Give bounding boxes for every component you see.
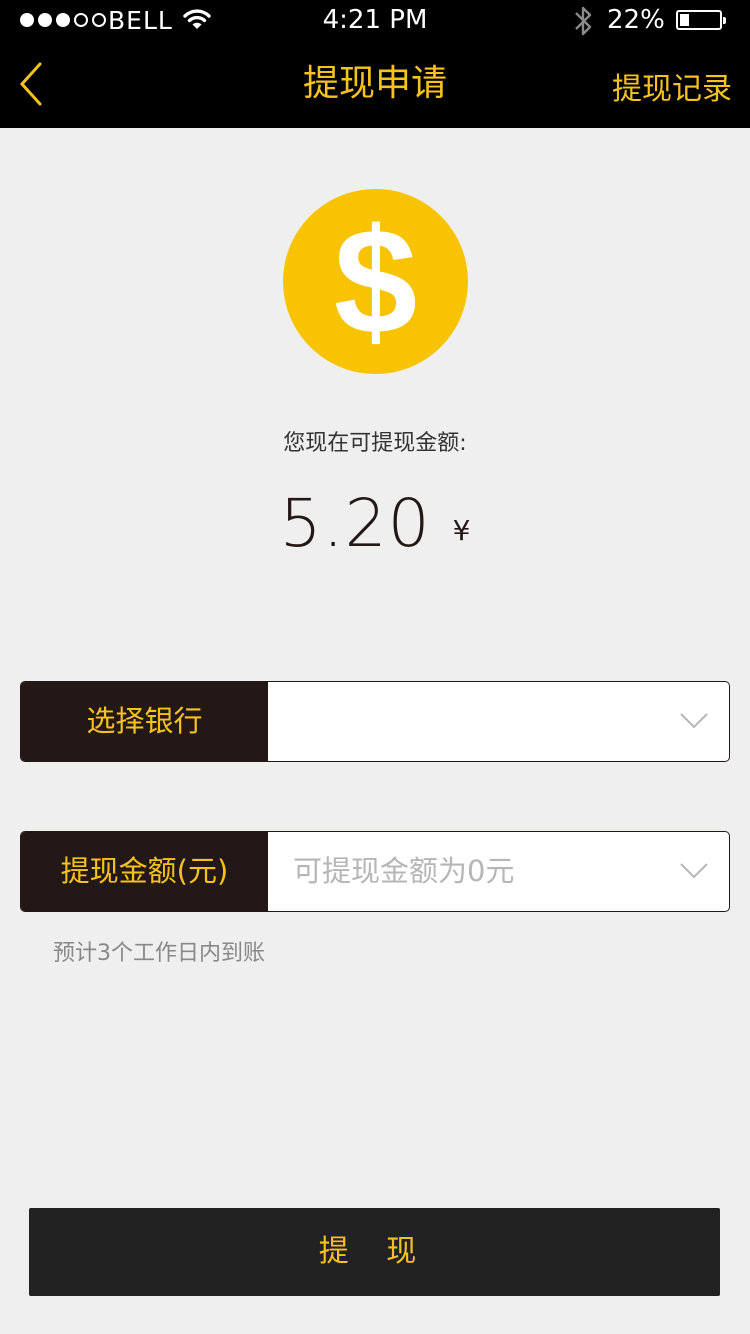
withdraw-amount-label: 提现金额(元) (21, 832, 268, 911)
battery-percent: 22% (607, 5, 665, 35)
dollar-coin-icon: $ (283, 189, 468, 374)
currency-symbol: ¥ (452, 514, 471, 547)
available-amount-label: 您现在可提现金额: (283, 431, 467, 456)
bluetooth-icon (571, 4, 595, 42)
withdraw-submit-button[interactable]: 提 现 (29, 1208, 720, 1296)
status-bar: BELL 4:21 PM 22% (0, 0, 750, 40)
available-amount: 5.20 ¥ (0, 485, 750, 562)
bank-select-label: 选择银行 (21, 682, 268, 761)
chevron-down-icon (680, 713, 708, 729)
withdraw-amount-field[interactable]: 提现金额(元) 可提现金额为0元 (20, 831, 730, 912)
withdraw-screen: BELL 4:21 PM 22% 提现申请 提现记录 $ 您现在可提现金额: 5… (0, 0, 750, 1334)
battery-icon (676, 10, 726, 30)
bank-select[interactable]: 选择银行 (20, 681, 730, 762)
withdraw-history-link[interactable]: 提现记录 (612, 40, 732, 128)
arrival-time-hint: 预计3个工作日内到账 (53, 941, 265, 966)
withdraw-amount-placeholder: 可提现金额为0元 (293, 854, 515, 888)
navigation-bar: 提现申请 提现记录 (0, 40, 750, 128)
chevron-down-icon (680, 863, 708, 879)
coin-glyph: $ (333, 197, 418, 365)
amount-value: 5.20 (279, 485, 431, 562)
